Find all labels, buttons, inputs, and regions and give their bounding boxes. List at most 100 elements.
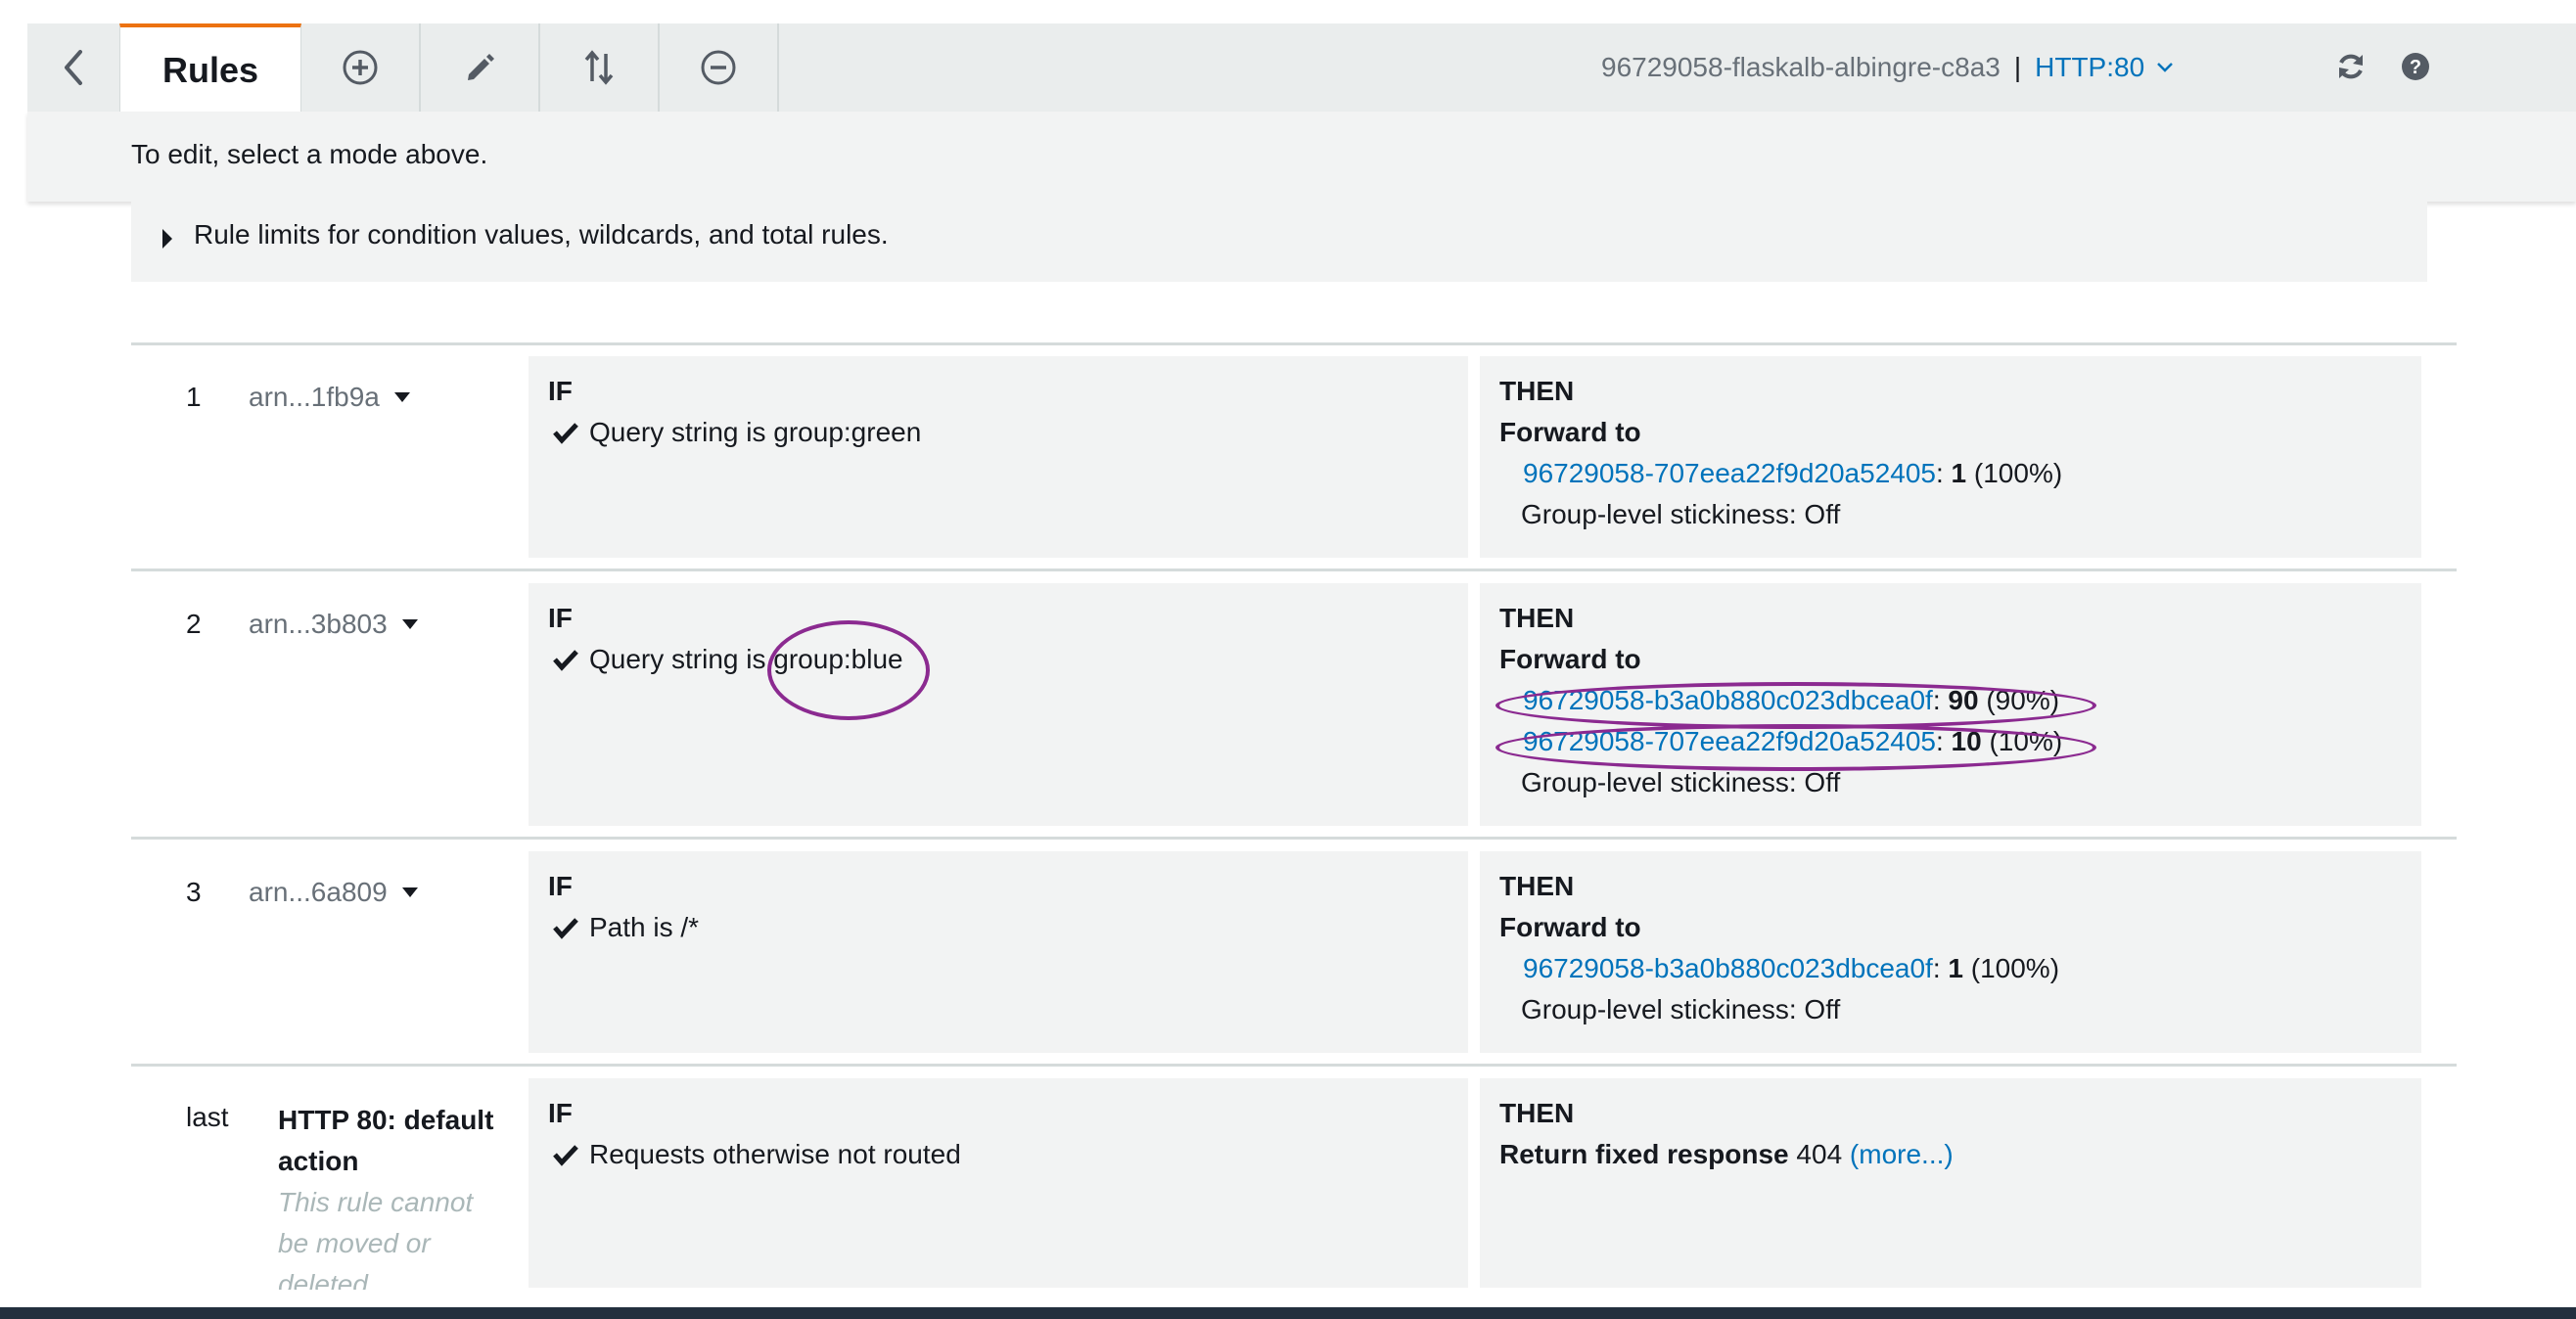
forward-to-label: Forward to — [1499, 912, 1641, 942]
caret-right-icon — [162, 229, 172, 249]
edit-mode-notice-text: To edit, select a mode above. — [131, 139, 488, 169]
condition-text: Requests otherwise not routed — [589, 1139, 961, 1169]
target-weight: 10 — [1951, 726, 1982, 756]
rule-arn: arn...1fb9a — [249, 382, 380, 412]
target-percent: (90%) — [1986, 685, 2060, 715]
target-group-link[interactable]: 96729058-b3a0b880c023dbcea0f — [1523, 953, 1933, 983]
fixed-response-label: Return fixed response — [1499, 1139, 1789, 1169]
edit-rules-button[interactable] — [421, 23, 540, 112]
target-percent: (10%) — [1989, 726, 2063, 756]
target-weight: 90 — [1948, 685, 1979, 715]
delete-rule-button[interactable] — [660, 23, 779, 112]
fixed-response-line: Return fixed response 404 (more...) — [1499, 1139, 1954, 1170]
svg-text:?: ? — [2410, 57, 2421, 78]
rule-arn-dropdown[interactable]: arn...3b803 — [249, 609, 419, 640]
rule-divider — [131, 342, 2457, 345]
rule-action-box: THEN Forward to 96729058-707eea22f9d20a5… — [1480, 356, 2421, 558]
rules-editor-page: Rules 96729058-flaskalb-albingre-c8a3 | … — [0, 0, 2576, 1319]
reorder-rules-button[interactable] — [540, 23, 660, 112]
refresh-button[interactable] — [2329, 45, 2372, 88]
rule-limits-text: Rule limits for condition values, wildca… — [194, 219, 889, 250]
caret-down-icon — [401, 887, 418, 897]
condition: Query string is group:green — [552, 417, 921, 448]
stickiness-text: Group-level stickiness: Off — [1521, 994, 1841, 1024]
rule-arn-dropdown[interactable]: arn...6a809 — [249, 877, 419, 908]
caret-down-icon — [401, 619, 418, 629]
checkmark-icon — [553, 918, 578, 939]
tab-rules-label: Rules — [161, 49, 259, 90]
rule-number: 2 — [186, 609, 202, 639]
rule-limits-expander[interactable]: Rule limits for condition values, wildca… — [131, 202, 2427, 282]
if-label: IF — [548, 871, 573, 901]
tab-rules[interactable]: Rules — [119, 23, 301, 113]
target-group-link[interactable]: 96729058-b3a0b880c023dbcea0f — [1523, 685, 1933, 715]
listener-selector[interactable]: 96729058-flaskalb-albingre-c8a3 | HTTP:8… — [1601, 23, 2174, 112]
target-group-line: 96729058-707eea22f9d20a52405: 10 (10%) — [1523, 726, 2063, 756]
rules-toolbar: Rules 96729058-flaskalb-albingre-c8a3 | … — [27, 23, 2576, 113]
stickiness-text: Group-level stickiness: Off — [1521, 499, 1841, 529]
pencil-icon — [468, 54, 494, 80]
target-weight: 1 — [1948, 953, 1963, 983]
sort-arrows-icon — [584, 50, 614, 85]
target-group-line: 96729058-707eea22f9d20a52405: 1 (100%) — [1523, 458, 2063, 488]
rule-divider — [131, 569, 2457, 571]
rule-condition-box: IF Query string is group:blue — [529, 583, 1468, 826]
rule-number: 3 — [186, 877, 202, 907]
condition-text: Path is /* — [589, 912, 700, 942]
rule-position-last: last — [186, 1102, 229, 1132]
default-rule-title: HTTP 80: default action — [278, 1105, 494, 1176]
target-group-link[interactable]: 96729058-707eea22f9d20a52405 — [1523, 458, 1936, 488]
rule-divider — [131, 837, 2457, 840]
more-link[interactable]: (more...) — [1850, 1139, 1954, 1169]
target-group-line: 96729058-b3a0b880c023dbcea0f: 90 (90%) — [1523, 685, 2060, 715]
status-code: 404 — [1796, 1139, 1843, 1169]
load-balancer-name: 96729058-flaskalb-albingre-c8a3 — [1601, 52, 2001, 82]
target-percent: (100%) — [1970, 953, 2060, 983]
condition-text: Query string is group:blue — [589, 644, 903, 674]
then-label: THEN — [1499, 871, 1575, 901]
checkmark-icon — [553, 650, 578, 671]
rule-arn-dropdown[interactable]: arn...1fb9a — [249, 382, 411, 413]
stickiness-text: Group-level stickiness: Off — [1521, 767, 1841, 797]
target-group-link[interactable]: 96729058-707eea22f9d20a52405 — [1523, 726, 1936, 756]
help-icon: ? — [2402, 53, 2429, 80]
rule-arn: arn...6a809 — [249, 877, 388, 907]
rule-number: 1 — [186, 382, 202, 412]
checkmark-icon — [553, 423, 578, 444]
rule-condition-box: IF Query string is group:green — [529, 356, 1468, 558]
back-button[interactable] — [27, 23, 119, 112]
default-rule-note: This rule cannot be moved or deleted — [278, 1187, 474, 1290]
footer-bar — [0, 1307, 2576, 1319]
then-label: THEN — [1499, 603, 1575, 633]
then-label: THEN — [1499, 1098, 1575, 1128]
rule-action-box: THEN Forward to 96729058-b3a0b880c023dbc… — [1480, 583, 2421, 826]
add-rule-button[interactable] — [301, 23, 421, 112]
minus-circle-icon — [701, 50, 736, 85]
separator: | — [2013, 52, 2022, 82]
condition: Query string is group:blue — [552, 644, 903, 675]
rule-action-box: THEN Return fixed response 404 (more...) — [1480, 1078, 2421, 1288]
target-group-line: 96729058-b3a0b880c023dbcea0f: 1 (100%) — [1523, 953, 2060, 983]
rule-action-box: THEN Forward to 96729058-b3a0b880c023dbc… — [1480, 851, 2421, 1053]
edit-mode-notice: To edit, select a mode above. — [27, 112, 2576, 202]
condition: Path is /* — [552, 912, 699, 943]
forward-to-label: Forward to — [1499, 644, 1641, 674]
chevron-down-icon — [2157, 63, 2174, 72]
forward-to-label: Forward to — [1499, 417, 1641, 447]
condition: Requests otherwise not routed — [552, 1139, 961, 1170]
rule-arn: arn...3b803 — [249, 609, 388, 639]
plus-circle-icon — [343, 50, 378, 85]
if-label: IF — [548, 1098, 573, 1128]
listener-dropdown[interactable]: HTTP:80 — [2035, 52, 2144, 83]
caret-down-icon — [393, 392, 410, 402]
target-percent: (100%) — [1973, 458, 2063, 488]
then-label: THEN — [1499, 376, 1575, 406]
if-label: IF — [548, 376, 573, 406]
rule-condition-box: IF Requests otherwise not routed — [529, 1078, 1468, 1288]
if-label: IF — [548, 603, 573, 633]
help-button[interactable]: ? — [2394, 45, 2437, 88]
condition-text: Query string is group:green — [589, 417, 922, 447]
refresh-icon — [2339, 54, 2363, 79]
checkmark-icon — [553, 1145, 578, 1166]
chevron-left-icon — [65, 50, 82, 85]
